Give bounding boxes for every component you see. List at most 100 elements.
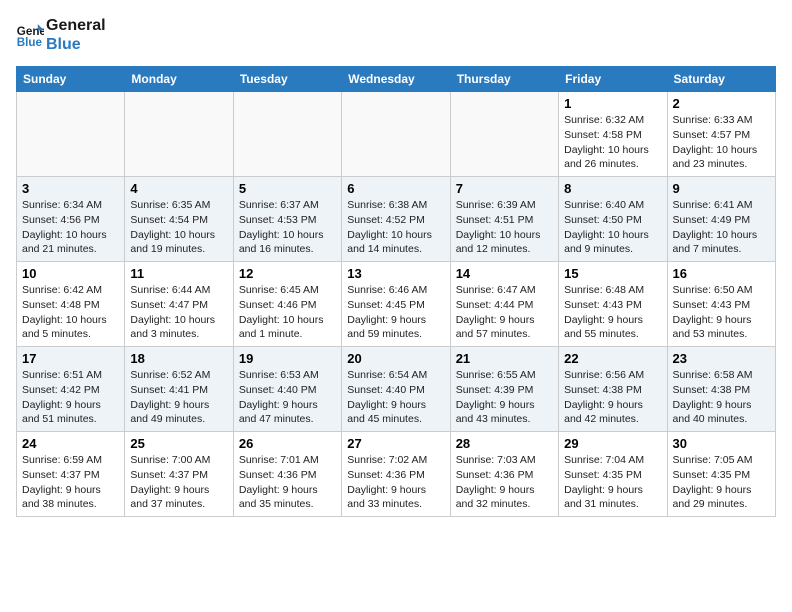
day-info: Sunrise: 6:58 AMSunset: 4:38 PMDaylight:…	[673, 368, 770, 427]
calendar-week-row: 1Sunrise: 6:32 AMSunset: 4:58 PMDaylight…	[17, 92, 776, 177]
day-number: 20	[347, 351, 444, 366]
calendar-day-30: 30 Sunrise: 7:05 AMSunset: 4:35 PMDayligh…	[667, 432, 775, 517]
calendar-day-10: 10Sunrise: 6:42 AMSunset: 4:48 PMDayligh…	[17, 262, 125, 347]
day-info: Sunrise: 6:34 AMSunset: 4:56 PMDaylight:…	[22, 198, 119, 257]
page-header: General Blue General Blue	[16, 16, 776, 54]
calendar-day-29: 29 Sunrise: 7:04 AMSunset: 4:35 PMDayligh…	[559, 432, 667, 517]
day-info: Sunrise: 6:54 AMSunset: 4:40 PMDaylight:…	[347, 368, 444, 427]
day-info: Sunrise: 6:48 AMSunset: 4:43 PMDaylight:…	[564, 283, 661, 342]
day-number: 27	[347, 436, 444, 451]
day-number: 17	[22, 351, 119, 366]
day-info: Sunrise: 6:52 AMSunset: 4:41 PMDaylight:…	[130, 368, 227, 427]
calendar-day-25: 25Sunrise: 7:00 AMSunset: 4:37 PMDayligh…	[125, 432, 233, 517]
day-number: 6	[347, 181, 444, 196]
day-info: Sunrise: 6:56 AMSunset: 4:38 PMDaylight:…	[564, 368, 661, 427]
day-info: Sunrise: 6:37 AMSunset: 4:53 PMDaylight:…	[239, 198, 336, 257]
day-number: 24	[22, 436, 119, 451]
calendar-day-2: 2 Sunrise: 6:33 AMSunset: 4:57 PMDaylight…	[667, 92, 775, 177]
weekday-header-sunday: Sunday	[17, 67, 125, 92]
calendar-day-12: 12Sunrise: 6:45 AMSunset: 4:46 PMDayligh…	[233, 262, 341, 347]
day-number: 30	[673, 436, 770, 451]
day-number: 29	[564, 436, 661, 451]
calendar-day-1: 1Sunrise: 6:32 AMSunset: 4:58 PMDaylight…	[559, 92, 667, 177]
day-number: 26	[239, 436, 336, 451]
day-number: 13	[347, 266, 444, 281]
day-number: 10	[22, 266, 119, 281]
calendar-day-5: 5 Sunrise: 6:37 AMSunset: 4:53 PMDaylight…	[233, 177, 341, 262]
day-info: Sunrise: 6:53 AMSunset: 4:40 PMDaylight:…	[239, 368, 336, 427]
day-info: Sunrise: 6:55 AMSunset: 4:39 PMDaylight:…	[456, 368, 553, 427]
calendar-day-11: 11 Sunrise: 6:44 AMSunset: 4:47 PMDayligh…	[125, 262, 233, 347]
day-info: Sunrise: 7:04 AMSunset: 4:35 PMDaylight:…	[564, 453, 661, 512]
weekday-header-monday: Monday	[125, 67, 233, 92]
weekday-header-friday: Friday	[559, 67, 667, 92]
calendar-day-27: 27 Sunrise: 7:02 AMSunset: 4:36 PMDayligh…	[342, 432, 450, 517]
day-info: Sunrise: 7:01 AMSunset: 4:36 PMDaylight:…	[239, 453, 336, 512]
calendar-day-17: 17 Sunrise: 6:51 AMSunset: 4:42 PMDayligh…	[17, 347, 125, 432]
day-number: 22	[564, 351, 661, 366]
day-number: 16	[673, 266, 770, 281]
day-info: Sunrise: 6:33 AMSunset: 4:57 PMDaylight:…	[673, 113, 770, 172]
calendar-day-6: 6 Sunrise: 6:38 AMSunset: 4:52 PMDaylight…	[342, 177, 450, 262]
day-number: 23	[673, 351, 770, 366]
calendar-day-13: 13 Sunrise: 6:46 AMSunset: 4:45 PMDayligh…	[342, 262, 450, 347]
calendar-day-7: 7Sunrise: 6:39 AMSunset: 4:51 PMDaylight…	[450, 177, 558, 262]
day-info: Sunrise: 6:38 AMSunset: 4:52 PMDaylight:…	[347, 198, 444, 257]
day-info: Sunrise: 6:47 AMSunset: 4:44 PMDaylight:…	[456, 283, 553, 342]
day-info: Sunrise: 7:03 AMSunset: 4:36 PMDaylight:…	[456, 453, 553, 512]
logo-line1: General	[46, 16, 106, 35]
day-info: Sunrise: 6:51 AMSunset: 4:42 PMDaylight:…	[22, 368, 119, 427]
weekday-header-saturday: Saturday	[667, 67, 775, 92]
calendar-day-9: 9 Sunrise: 6:41 AMSunset: 4:49 PMDaylight…	[667, 177, 775, 262]
calendar-day-24: 24 Sunrise: 6:59 AMSunset: 4:37 PMDayligh…	[17, 432, 125, 517]
weekday-header-tuesday: Tuesday	[233, 67, 341, 92]
day-number: 28	[456, 436, 553, 451]
calendar-empty-cell	[342, 92, 450, 177]
day-info: Sunrise: 6:46 AMSunset: 4:45 PMDaylight:…	[347, 283, 444, 342]
calendar-day-14: 14Sunrise: 6:47 AMSunset: 4:44 PMDayligh…	[450, 262, 558, 347]
calendar-day-3: 3 Sunrise: 6:34 AMSunset: 4:56 PMDaylight…	[17, 177, 125, 262]
day-number: 11	[130, 266, 227, 281]
calendar-day-22: 22 Sunrise: 6:56 AMSunset: 4:38 PMDayligh…	[559, 347, 667, 432]
calendar-empty-cell	[450, 92, 558, 177]
day-info: Sunrise: 6:35 AMSunset: 4:54 PMDaylight:…	[130, 198, 227, 257]
day-number: 9	[673, 181, 770, 196]
calendar-day-16: 16 Sunrise: 6:50 AMSunset: 4:43 PMDayligh…	[667, 262, 775, 347]
day-info: Sunrise: 6:45 AMSunset: 4:46 PMDaylight:…	[239, 283, 336, 342]
day-info: Sunrise: 6:41 AMSunset: 4:49 PMDaylight:…	[673, 198, 770, 257]
day-info: Sunrise: 6:50 AMSunset: 4:43 PMDaylight:…	[673, 283, 770, 342]
day-info: Sunrise: 7:00 AMSunset: 4:37 PMDaylight:…	[130, 453, 227, 512]
day-info: Sunrise: 7:05 AMSunset: 4:35 PMDaylight:…	[673, 453, 770, 512]
day-number: 5	[239, 181, 336, 196]
calendar-table: SundayMondayTuesdayWednesdayThursdayFrid…	[16, 66, 776, 517]
day-number: 15	[564, 266, 661, 281]
weekday-header-row: SundayMondayTuesdayWednesdayThursdayFrid…	[17, 67, 776, 92]
calendar-week-row: 17 Sunrise: 6:51 AMSunset: 4:42 PMDayligh…	[17, 347, 776, 432]
day-number: 3	[22, 181, 119, 196]
day-info: Sunrise: 6:32 AMSunset: 4:58 PMDaylight:…	[564, 113, 661, 172]
calendar-day-23: 23 Sunrise: 6:58 AMSunset: 4:38 PMDayligh…	[667, 347, 775, 432]
day-info: Sunrise: 6:44 AMSunset: 4:47 PMDaylight:…	[130, 283, 227, 342]
day-number: 2	[673, 96, 770, 111]
calendar-day-19: 19Sunrise: 6:53 AMSunset: 4:40 PMDayligh…	[233, 347, 341, 432]
logo-line2: Blue	[46, 35, 106, 54]
logo-icon: General Blue	[16, 21, 44, 49]
day-info: Sunrise: 6:40 AMSunset: 4:50 PMDaylight:…	[564, 198, 661, 257]
day-number: 4	[130, 181, 227, 196]
logo: General Blue General Blue	[16, 16, 106, 54]
day-info: Sunrise: 6:59 AMSunset: 4:37 PMDaylight:…	[22, 453, 119, 512]
day-info: Sunrise: 7:02 AMSunset: 4:36 PMDaylight:…	[347, 453, 444, 512]
svg-text:Blue: Blue	[17, 36, 43, 49]
weekday-header-thursday: Thursday	[450, 67, 558, 92]
calendar-empty-cell	[17, 92, 125, 177]
calendar-day-21: 21Sunrise: 6:55 AMSunset: 4:39 PMDayligh…	[450, 347, 558, 432]
day-number: 7	[456, 181, 553, 196]
calendar-week-row: 24 Sunrise: 6:59 AMSunset: 4:37 PMDayligh…	[17, 432, 776, 517]
calendar-day-15: 15 Sunrise: 6:48 AMSunset: 4:43 PMDayligh…	[559, 262, 667, 347]
calendar-empty-cell	[233, 92, 341, 177]
calendar-week-row: 10Sunrise: 6:42 AMSunset: 4:48 PMDayligh…	[17, 262, 776, 347]
day-number: 18	[130, 351, 227, 366]
day-number: 8	[564, 181, 661, 196]
calendar-week-row: 3 Sunrise: 6:34 AMSunset: 4:56 PMDaylight…	[17, 177, 776, 262]
calendar-day-4: 4 Sunrise: 6:35 AMSunset: 4:54 PMDaylight…	[125, 177, 233, 262]
